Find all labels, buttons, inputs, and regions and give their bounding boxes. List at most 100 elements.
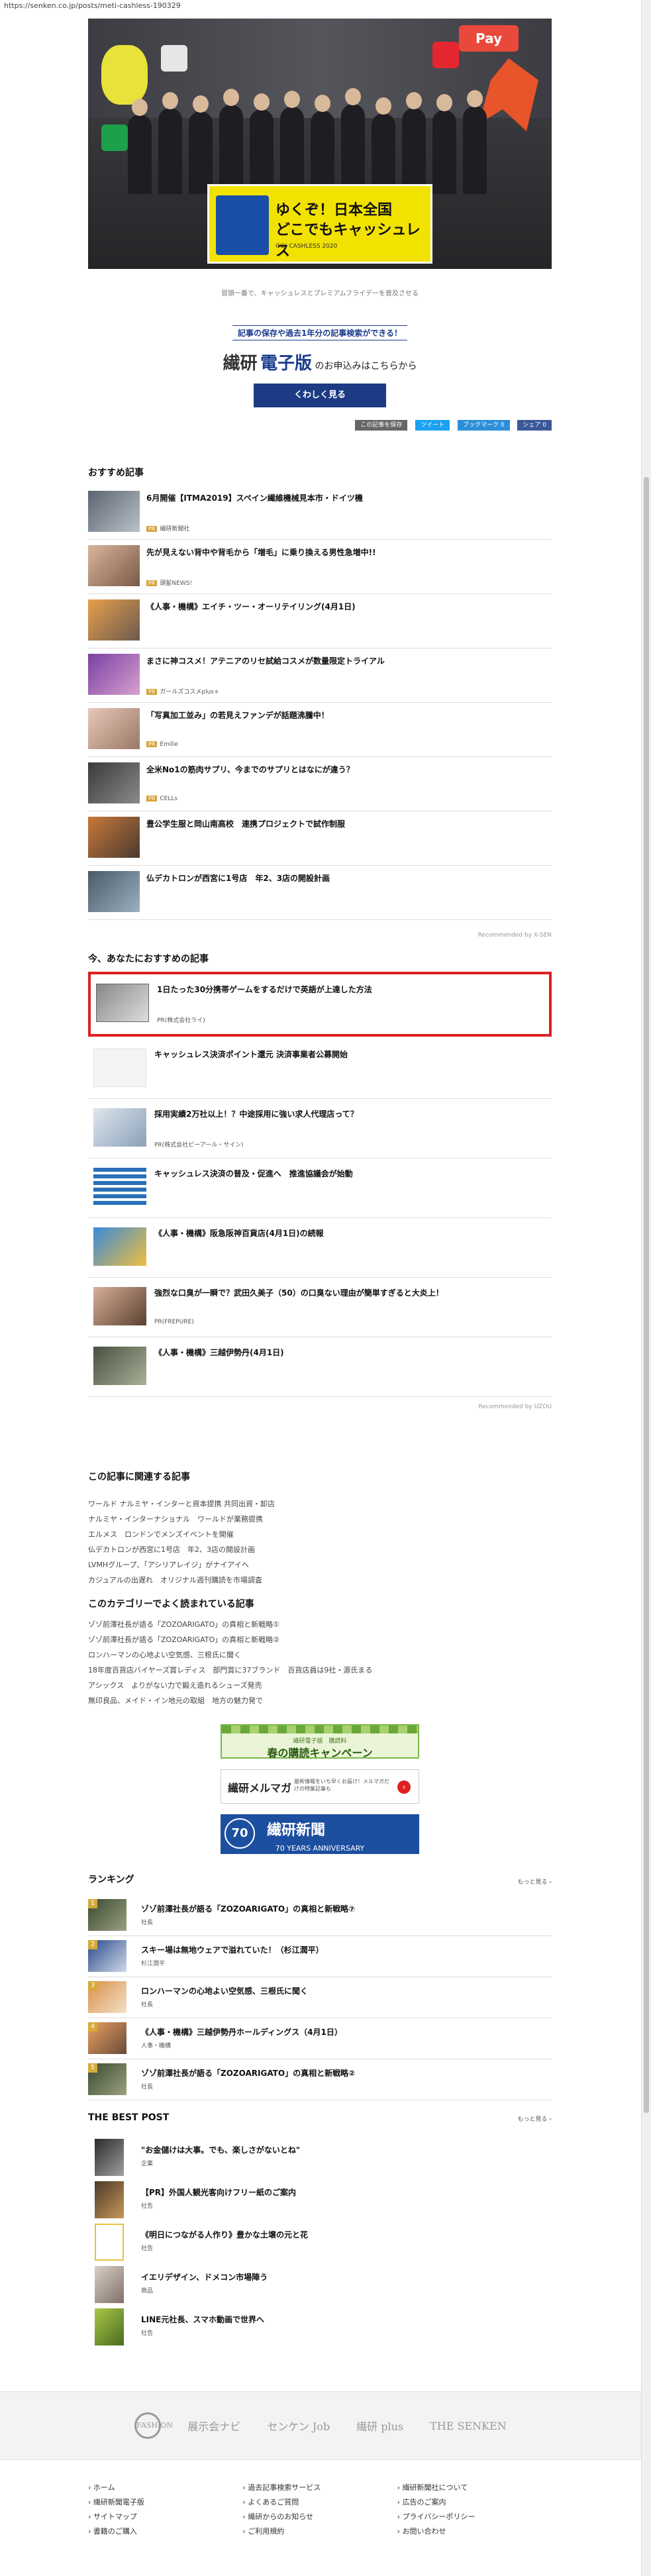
- article-thumbnail[interactable]: [93, 1227, 146, 1266]
- article-title[interactable]: 【PR】外国人観光客向けフリー紙のご案内: [141, 2187, 296, 2198]
- article-title[interactable]: 仏デカトロンが西宮に1号店 年2、3店の開設計画: [146, 872, 544, 884]
- article-title[interactable]: "お金儲けは大事。でも、楽しさがないとね": [141, 2144, 300, 2155]
- article-title[interactable]: 《人事・機構》阪急阪神百貨店(4月1日)の続報: [154, 1227, 538, 1239]
- article-thumbnail[interactable]: [93, 1108, 146, 1147]
- article-title[interactable]: 《人事・機構》エイチ・ツー・オーリテイリング(4月1日): [146, 601, 544, 612]
- category-link[interactable]: アシックス よりがない力で鍛え造れるシューズ発売: [88, 1678, 552, 1693]
- footer-link[interactable]: よくあるご質問: [242, 2495, 397, 2510]
- article-title[interactable]: キャッシュレス決済の普及・促進へ 推進協議会が始動: [154, 1168, 538, 1179]
- article-title[interactable]: 6月開催【ITMA2019】スペイン繊維機械見本市・ドイツ機: [146, 492, 544, 503]
- footer-link[interactable]: サイトマップ: [88, 2510, 242, 2524]
- article-title[interactable]: ロンハーマンの心地よい空気感、三根氏に聞く: [141, 1985, 308, 1996]
- article-thumbnail[interactable]: [88, 654, 140, 695]
- mail-magazine-banner[interactable]: 繊研メルマガ 最新情報をいち早くお届け！メルマガだけの特集記事も ›: [221, 1769, 419, 1804]
- scrollbar-thumb[interactable]: [644, 477, 649, 2113]
- list-item[interactable]: 豊公学生服と岡山南高校 連携プロジェクトで試作制服: [88, 811, 552, 866]
- article-thumbnail[interactable]: [88, 708, 140, 749]
- article-thumbnail[interactable]: [88, 817, 140, 858]
- tenjikai-navi-logo[interactable]: 展示会ナビ: [187, 2418, 240, 2434]
- category-link[interactable]: ロンハーマンの心地よい空気感、三根氏に聞く: [88, 1647, 552, 1663]
- category-link[interactable]: 無印良品、メイド・イン地元の取組 地方の魅力発で: [88, 1693, 552, 1708]
- related-link[interactable]: 仏デカトロンが西宮に1号店 年2、3店の開設計画: [88, 1542, 552, 1557]
- list-item[interactable]: 6月開催【ITMA2019】スペイン繊維機械見本市・ドイツ機 PR 繊研新聞社: [88, 486, 552, 540]
- save-article-button[interactable]: この記事を保存: [355, 420, 408, 431]
- article-title[interactable]: 全米No1の筋肉サプリ、今までのサプリとはなにが違う？: [146, 764, 544, 775]
- footer-link[interactable]: 繊研新聞社について: [397, 2481, 552, 2495]
- anniversary-banner[interactable]: 70 繊研新聞 70 YEARS ANNIVERSARY: [221, 1814, 419, 1854]
- footer-link[interactable]: 過去記事検索サービス: [242, 2481, 397, 2495]
- senken-job-logo[interactable]: センケン Job: [267, 2418, 330, 2434]
- recommend-provider[interactable]: Recommended by X-SEN: [88, 932, 552, 939]
- ranking-item[interactable]: 1 ゾゾ前澤社長が語る「ZOZOARIGATO」の真相と新戦略⑦ 社長: [88, 1895, 552, 1936]
- category-link[interactable]: ゾゾ前澤社長が語る「ZOZOARIGATO」の真相と新戦略①: [88, 1617, 552, 1632]
- article-thumbnail[interactable]: [88, 545, 140, 586]
- footer-link[interactable]: 繊研からのお知らせ: [242, 2510, 397, 2524]
- article-title[interactable]: 強烈な口臭が一瞬で？武田久美子（50）の口臭ない理由が簡単すぎると大炎上！: [154, 1287, 538, 1298]
- list-item[interactable]: 強烈な口臭が一瞬で？武田久美子（50）の口臭ない理由が簡単すぎると大炎上！ PR…: [88, 1278, 552, 1337]
- fashion-logo[interactable]: FASHION: [134, 2412, 173, 2439]
- article-thumbnail[interactable]: [95, 2139, 124, 2176]
- scrollbar[interactable]: [641, 0, 651, 2576]
- list-item[interactable]: 採用実績2万社以上！？中途採用に強い求人代理店って？ PR(株式会社ビーアール・…: [88, 1099, 552, 1159]
- list-item[interactable]: 先が見えない背中や背毛から「増毛」に乗り換える男性急増中!! PR 頭髪NEWS!: [88, 540, 552, 594]
- article-title[interactable]: まさに神コスメ！アテニアのリセ試給コスメが数量限定トライアル: [146, 655, 544, 666]
- ranking-more-link[interactable]: もっと見る ›: [518, 1877, 552, 1886]
- related-link[interactable]: エルメス ロンドンでメンズイベントを開催: [88, 1527, 552, 1542]
- related-link[interactable]: ワールド ナルミヤ・インターと資本提携 共同出資・卸店: [88, 1496, 552, 1512]
- best-more-link[interactable]: もっと見る ›: [518, 2114, 552, 2123]
- footer-link[interactable]: 書籍のご購入: [88, 2524, 242, 2539]
- hatena-bookmark-button[interactable]: ブックマーク 0: [457, 420, 510, 431]
- article-thumbnail[interactable]: [95, 2266, 124, 2303]
- article-thumbnail[interactable]: [88, 762, 140, 803]
- related-link[interactable]: カジュアルの出遅れ オリジナル週刊購読を市場調査: [88, 1572, 552, 1588]
- article-title[interactable]: ゾゾ前澤社長が語る「ZOZOARIGATO」の真相と新戦略⑦: [141, 1903, 355, 1914]
- related-link[interactable]: LVMHグループ、「アシリアレイジ」がナイアイへ: [88, 1557, 552, 1572]
- list-item[interactable]: 「写真加工並み」の若見えファンデが話題沸騰中！ PR Emilie: [88, 703, 552, 757]
- list-item[interactable]: まさに神コスメ！アテニアのリセ試給コスメが数量限定トライアル PR ガールズコスメ…: [88, 648, 552, 703]
- list-item[interactable]: 《人事・機構》三越伊勢丹(4月1日): [88, 1337, 552, 1397]
- article-thumbnail[interactable]: [95, 2181, 124, 2218]
- article-thumbnail[interactable]: [95, 2308, 124, 2345]
- best-item[interactable]: イエリデザイン、ドメコン市場陣う 商品: [88, 2263, 552, 2306]
- footer-link[interactable]: ホーム: [88, 2481, 242, 2495]
- article-thumbnail[interactable]: [88, 491, 140, 532]
- list-item[interactable]: キャッシュレス決済の普及・促進へ 推進協議会が始動: [88, 1159, 552, 1218]
- list-item[interactable]: 全米No1の筋肉サプリ、今までのサプリとはなにが違う？ PR CELLs: [88, 757, 552, 811]
- ranking-item[interactable]: 4 《人事・機構》三越伊勢丹ホールディングス（4月1日） 人事・機構: [88, 2018, 552, 2059]
- article-thumbnail[interactable]: [88, 871, 140, 912]
- details-button[interactable]: くわしく見る: [254, 384, 386, 407]
- article-title[interactable]: イエリデザイン、ドメコン市場陣う: [141, 2271, 268, 2283]
- uzou-provider[interactable]: Recommended by UZOU: [88, 1404, 552, 1410]
- related-link[interactable]: ナルミヤ・インターナショナル ワールドが業務提携: [88, 1512, 552, 1527]
- facebook-share-button[interactable]: シェア 0: [517, 420, 552, 431]
- best-item[interactable]: 《明日につながる人作り》豊かな土壌の元と花 社告: [88, 2221, 552, 2263]
- list-item[interactable]: キャッシュレス決済ポイント還元 決済事業者公募開始: [88, 1039, 552, 1099]
- list-item[interactable]: 《人事・機構》エイチ・ツー・オーリテイリング(4月1日): [88, 594, 552, 648]
- article-thumbnail[interactable]: [93, 1168, 146, 1206]
- list-item[interactable]: 仏デカトロンが西宮に1号店 年2、3店の開設計画: [88, 866, 552, 920]
- spring-campaign-banner[interactable]: 繊研電子版 購読料 春の購読キャンペーン: [221, 1724, 419, 1759]
- best-item[interactable]: LINE元社長、スマホ動画で世界へ 社告: [88, 2306, 552, 2348]
- article-title[interactable]: 《人事・機構》三越伊勢丹(4月1日): [154, 1347, 538, 1358]
- best-item[interactable]: 【PR】外国人観光客向けフリー紙のご案内 社告: [88, 2179, 552, 2221]
- article-title[interactable]: 先が見えない背中や背毛から「増毛」に乗り換える男性急増中!!: [146, 546, 544, 558]
- article-title[interactable]: ゾゾ前澤社長が語る「ZOZOARIGATO」の真相と新戦略②: [141, 2067, 355, 2079]
- ranking-item[interactable]: 2 スキー場は無地ウェアで溢れていた！（杉江潤平） 杉江潤平: [88, 1936, 552, 1977]
- senken-plus-logo[interactable]: 繊研 plus: [356, 2418, 403, 2434]
- article-thumbnail[interactable]: [88, 599, 140, 641]
- article-thumbnail[interactable]: [93, 1347, 146, 1385]
- ranking-item[interactable]: 5 ゾゾ前澤社長が語る「ZOZOARIGATO」の真相と新戦略② 社長: [88, 2059, 552, 2100]
- footer-link[interactable]: 広告のご案内: [397, 2495, 552, 2510]
- category-link[interactable]: ゾゾ前澤社長が語る「ZOZOARIGATO」の真相と新戦略②: [88, 1632, 552, 1647]
- article-title[interactable]: LINE元社長、スマホ動画で世界へ: [141, 2314, 264, 2325]
- category-link[interactable]: 18年度百貨店バイヤーズ賞レディス 部門賞に37ブランド 百貨店員は9社・源氏ま…: [88, 1663, 552, 1678]
- article-title[interactable]: 「写真加工並み」の若見えファンデが話題沸騰中！: [146, 709, 544, 721]
- footer-link[interactable]: お問い合わせ: [397, 2524, 552, 2539]
- tweet-button[interactable]: ツイート: [415, 420, 450, 431]
- article-thumbnail[interactable]: [96, 984, 149, 1022]
- footer-link[interactable]: 繊研新聞電子版: [88, 2495, 242, 2510]
- article-thumbnail[interactable]: [93, 1287, 146, 1325]
- article-title[interactable]: 1日たった30分携帯ゲームをするだけで英語が上達した方法: [157, 984, 541, 995]
- article-title[interactable]: キャッシュレス決済ポイント還元 決済事業者公募開始: [154, 1049, 538, 1060]
- article-title[interactable]: 採用実績2万社以上！？中途採用に強い求人代理店って？: [154, 1108, 538, 1119]
